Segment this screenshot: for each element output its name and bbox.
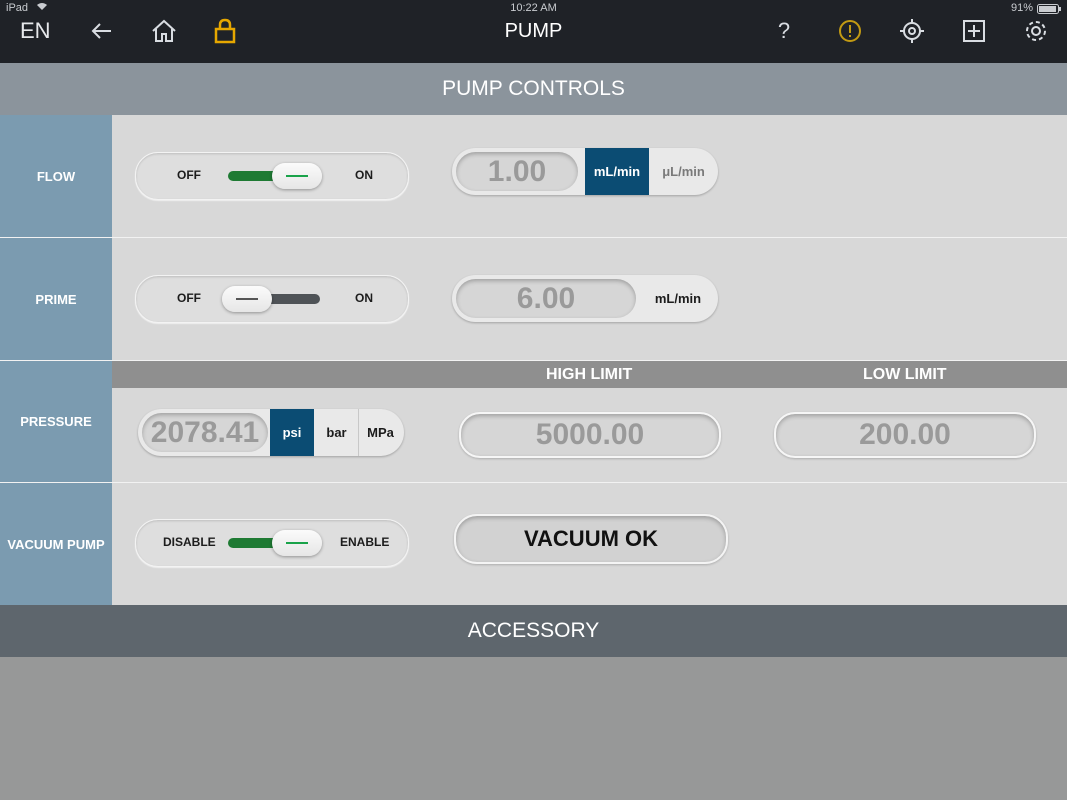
target-icon[interactable] xyxy=(897,16,927,46)
top-bar: iPad 10:22 AM 91% EN PUMP ? xyxy=(0,0,1067,63)
prime-toggle[interactable]: OFF ON xyxy=(135,275,409,323)
flow-unit-ml-button[interactable]: mL/min xyxy=(585,148,649,195)
flow-label: FLOW xyxy=(0,115,112,237)
vacuum-toggle-enable-label: ENABLE xyxy=(340,535,390,549)
vacuum-pump-toggle[interactable]: DISABLE ENABLE xyxy=(135,519,409,567)
pressure-unit-mpa-button[interactable]: MPa xyxy=(359,409,402,456)
flow-toggle[interactable]: OFF ON xyxy=(135,152,409,200)
vacuum-status-indicator: VACUUM OK xyxy=(454,514,728,564)
flow-value-field[interactable]: 1.00 xyxy=(456,152,578,191)
status-battery: 91% xyxy=(1011,2,1034,14)
pressure-label: PRESSURE xyxy=(0,361,112,482)
prime-label: PRIME xyxy=(0,238,112,360)
vacuum-pump-label: VACUUM PUMP xyxy=(0,483,112,605)
vacuum-toggle-disable-label: DISABLE xyxy=(163,535,216,549)
prime-unit-label: mL/min xyxy=(654,291,702,306)
prime-value-field[interactable]: 6.00 xyxy=(456,279,636,318)
flow-row: OFF ON 1.00 mL/min μL/min xyxy=(112,115,1067,237)
help-icon[interactable]: ? xyxy=(769,16,799,46)
pressure-unit-psi-button[interactable]: psi xyxy=(270,409,314,456)
pressure-value-control: 2078.41 psi bar MPa xyxy=(138,409,404,456)
limit-header-strip: HIGH LIMIT LOW LIMIT xyxy=(112,361,1067,388)
low-limit-label: LOW LIMIT xyxy=(863,366,947,383)
prime-toggle-off-label: OFF xyxy=(177,291,201,305)
prime-toggle-knob[interactable] xyxy=(222,286,272,312)
vacuum-toggle-knob[interactable] xyxy=(272,530,322,556)
pressure-unit-bar-button[interactable]: bar xyxy=(315,409,359,456)
flow-value-control: 1.00 mL/min μL/min xyxy=(452,148,718,195)
gear-icon[interactable] xyxy=(1021,16,1051,46)
flow-toggle-off-label: OFF xyxy=(177,168,201,182)
add-icon[interactable] xyxy=(959,16,989,46)
low-limit-field[interactable]: 200.00 xyxy=(774,412,1036,458)
flow-toggle-on-label: ON xyxy=(355,168,373,182)
flow-toggle-knob[interactable] xyxy=(272,163,322,189)
high-limit-label: HIGH LIMIT xyxy=(546,366,633,383)
accessory-header[interactable]: ACCESSORY xyxy=(0,605,1067,657)
prime-value-control: 6.00 mL/min xyxy=(452,275,718,322)
status-time: 10:22 AM xyxy=(510,2,557,14)
flow-unit-ul-button[interactable]: μL/min xyxy=(651,148,716,195)
prime-toggle-on-label: ON xyxy=(355,291,373,305)
empty-content-area xyxy=(0,657,1067,800)
prime-row: OFF ON 6.00 mL/min xyxy=(112,238,1067,360)
pressure-value-field: 2078.41 xyxy=(142,413,268,452)
pump-controls-header: PUMP CONTROLS xyxy=(0,63,1067,115)
high-limit-field[interactable]: 5000.00 xyxy=(459,412,721,458)
alert-icon[interactable] xyxy=(835,16,865,46)
